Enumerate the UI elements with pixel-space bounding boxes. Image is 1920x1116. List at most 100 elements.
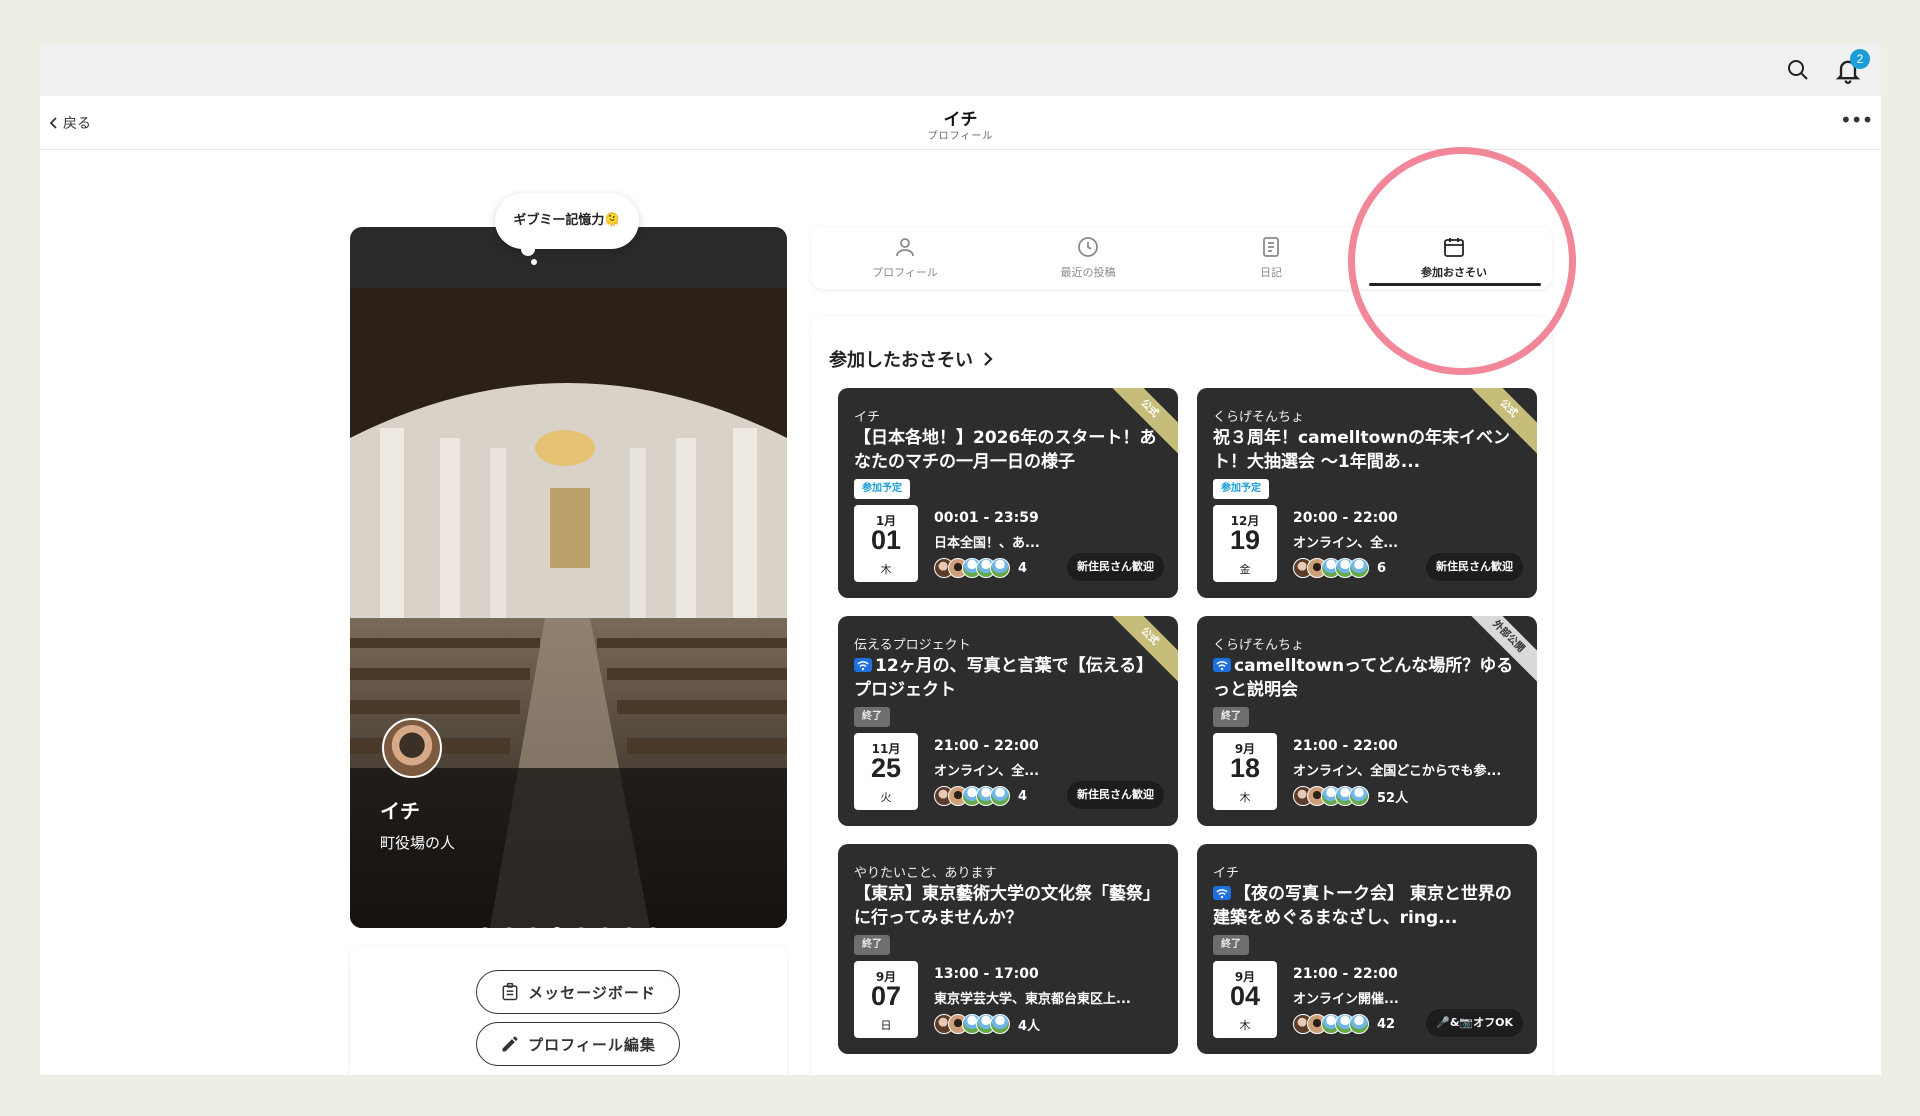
event-date: 9月 07 日 bbox=[854, 961, 918, 1038]
page-subtitle: プロフィール bbox=[927, 131, 994, 142]
event-title: 祝３周年！camelltownの年末イベント！大抽選会 〜1年間あ... bbox=[1213, 426, 1519, 474]
event-status-badge: 終了 bbox=[854, 707, 890, 727]
event-weekday: 金 bbox=[1239, 563, 1251, 576]
event-day: 07 bbox=[870, 981, 902, 1011]
event-title-text: 祝３周年！camelltownの年末イベント！大抽選会 〜1年間あ... bbox=[1213, 428, 1511, 472]
tab-recent-posts[interactable]: 最近の投稿 bbox=[998, 227, 1178, 289]
event-organizer: 伝えるプロジェクト bbox=[854, 638, 971, 653]
event-date: 9月 04 木 bbox=[1213, 961, 1277, 1038]
event-status-badge: 終了 bbox=[854, 935, 890, 955]
event-day: 04 bbox=[1229, 981, 1261, 1011]
event-place: 東京学芸大学、東京都台東区上... bbox=[934, 992, 1131, 1007]
carousel-dot[interactable] bbox=[527, 927, 538, 928]
edit-profile-label: プロフィール編集 bbox=[528, 1035, 656, 1054]
attendee-count: 4 bbox=[1018, 788, 1028, 804]
event-card[interactable]: 公式 くらげそんちょ 祝３周年！camelltownの年末イベント！大抽選会 〜… bbox=[1197, 388, 1537, 598]
event-tag: 🎤&📷オフOK bbox=[1426, 1009, 1523, 1037]
chevron-right-icon bbox=[984, 352, 993, 366]
event-title: 【東京】東京藝術大学の文化祭「藝祭」に行ってみませんか？ bbox=[854, 882, 1160, 930]
tab-label: プロフィール bbox=[872, 266, 938, 279]
event-organizer: やりたいこと、あります bbox=[854, 866, 997, 881]
event-place: オンライン、全国どこからでも参... bbox=[1293, 764, 1502, 779]
carousel-dot[interactable] bbox=[551, 927, 562, 928]
event-status-badge: 参加予定 bbox=[854, 479, 910, 499]
profile-photo-card[interactable]: イチ 町役場の人 bbox=[350, 227, 787, 928]
carousel-dot[interactable] bbox=[479, 927, 490, 928]
carousel-dot[interactable] bbox=[599, 927, 610, 928]
event-time: 00:01 - 23:59 bbox=[934, 510, 1039, 526]
event-title: 12ヶ月の、写真と言葉で【伝える】プロジェクト bbox=[854, 654, 1160, 702]
event-time: 13:00 - 17:00 bbox=[934, 966, 1039, 982]
event-weekday: 日 bbox=[880, 1019, 892, 1032]
event-organizer: イチ bbox=[854, 410, 881, 425]
event-weekday: 木 bbox=[1239, 791, 1251, 804]
event-attendees: 4 bbox=[934, 558, 1027, 578]
search-icon[interactable] bbox=[1786, 58, 1810, 82]
tab-label: 日記 bbox=[1260, 266, 1282, 279]
event-title: 【日本各地！】2026年のスタート！あなたのマチの一月一日の様子 bbox=[854, 426, 1160, 474]
event-weekday: 木 bbox=[880, 563, 892, 576]
app-window: 2 戻る イチ プロフィール ••• ギブミー記憶力🫠 イチ 町役場の人 メッセ… bbox=[40, 43, 1881, 1075]
status-speech-bubble: ギブミー記憶力🫠 bbox=[495, 193, 639, 249]
event-tag: 新住民さん歓迎 bbox=[1426, 553, 1523, 581]
event-card[interactable]: イチ 【夜の写真トーク会】 東京と世界の建築をめぐるまなざし、ring... 終… bbox=[1197, 844, 1537, 1054]
online-event-icon bbox=[1213, 658, 1231, 672]
event-weekday: 木 bbox=[1239, 1019, 1251, 1032]
message-board-button[interactable]: メッセージボード bbox=[476, 970, 680, 1014]
tab-diary[interactable]: 日記 bbox=[1181, 227, 1361, 289]
event-day: 01 bbox=[870, 525, 902, 555]
event-day: 18 bbox=[1229, 753, 1261, 783]
tab-profile[interactable]: プロフィール bbox=[815, 227, 995, 289]
highlight-circle-annotation bbox=[1348, 147, 1576, 375]
event-place: オンライン、全... bbox=[1293, 536, 1399, 551]
person-icon bbox=[896, 238, 914, 257]
event-title-text: 【東京】東京藝術大学の文化祭「藝祭」に行ってみませんか？ bbox=[854, 884, 1160, 928]
more-menu-icon[interactable]: ••• bbox=[1840, 108, 1873, 132]
online-event-icon bbox=[1213, 886, 1231, 900]
profile-name: イチ bbox=[380, 799, 420, 823]
event-time: 21:00 - 22:00 bbox=[1293, 738, 1398, 754]
event-card[interactable]: 外部公開 くらげそんちょ camelltownってどんな場所？ゆるっと説明会 終… bbox=[1197, 616, 1537, 826]
carousel-dot[interactable] bbox=[575, 927, 586, 928]
carousel-dot[interactable] bbox=[623, 927, 634, 928]
clipboard-icon bbox=[502, 982, 518, 1001]
event-attendees: 6 bbox=[1293, 558, 1386, 578]
event-attendees: 4人 bbox=[934, 1014, 1040, 1034]
event-date: 11月 25 火 bbox=[854, 733, 918, 810]
carousel-dot[interactable] bbox=[647, 927, 658, 928]
event-card[interactable]: やりたいこと、あります 【東京】東京藝術大学の文化祭「藝祭」に行ってみませんか？… bbox=[838, 844, 1178, 1054]
event-date: 12月 19 金 bbox=[1213, 505, 1277, 582]
attendee-count: 42 bbox=[1377, 1016, 1396, 1032]
event-organizer: くらげそんちょ bbox=[1213, 410, 1305, 425]
speech-bubble-tail bbox=[521, 242, 535, 256]
diary-icon bbox=[1263, 237, 1279, 257]
event-time: 21:00 - 22:00 bbox=[934, 738, 1039, 754]
carousel-dot[interactable] bbox=[503, 927, 514, 928]
joined-invites-panel: 参加したおさそい 公式 イチ 【日本各地！】2026年のスタート！あなたのマチの… bbox=[811, 316, 1552, 1075]
event-tag: 新住民さん歓迎 bbox=[1067, 781, 1164, 809]
event-card[interactable]: 公式 イチ 【日本各地！】2026年のスタート！あなたのマチの一月一日の様子 参… bbox=[838, 388, 1178, 598]
event-time: 21:00 - 22:00 bbox=[1293, 966, 1398, 982]
attendee-count: 6 bbox=[1377, 560, 1387, 576]
event-title-text: 【日本各地！】2026年のスタート！あなたのマチの一月一日の様子 bbox=[854, 428, 1157, 472]
section-title-link[interactable]: 参加したおさそい bbox=[829, 346, 995, 372]
event-card[interactable]: 公式 伝えるプロジェクト 12ヶ月の、写真と言葉で【伝える】プロジェクト 終了 … bbox=[838, 616, 1178, 826]
section-title: 参加したおさそい bbox=[829, 350, 973, 371]
attendee-avatar bbox=[1349, 786, 1369, 806]
nav-bar: 戻る イチ プロフィール ••• bbox=[40, 96, 1881, 150]
online-event-icon bbox=[854, 658, 872, 672]
event-title: camelltownってどんな場所？ゆるっと説明会 bbox=[1213, 654, 1519, 702]
pencil-icon bbox=[502, 1036, 518, 1052]
edit-profile-button[interactable]: プロフィール編集 bbox=[476, 1022, 680, 1066]
event-place: 日本全国！、あ... bbox=[934, 536, 1040, 551]
event-attendees: 42 bbox=[1293, 1014, 1395, 1034]
event-title-text: 12ヶ月の、写真と言葉で【伝える】プロジェクト bbox=[854, 656, 1154, 700]
attendee-avatar bbox=[990, 1014, 1010, 1034]
carousel-dots[interactable] bbox=[350, 927, 787, 928]
event-place: オンライン、全... bbox=[934, 764, 1040, 779]
profile-actions-card: メッセージボード プロフィール編集 bbox=[350, 946, 787, 1075]
event-organizer: くらげそんちょ bbox=[1213, 638, 1305, 653]
attendee-avatar bbox=[1349, 1014, 1369, 1034]
avatar[interactable] bbox=[382, 718, 442, 778]
event-tag: 新住民さん歓迎 bbox=[1067, 553, 1164, 581]
